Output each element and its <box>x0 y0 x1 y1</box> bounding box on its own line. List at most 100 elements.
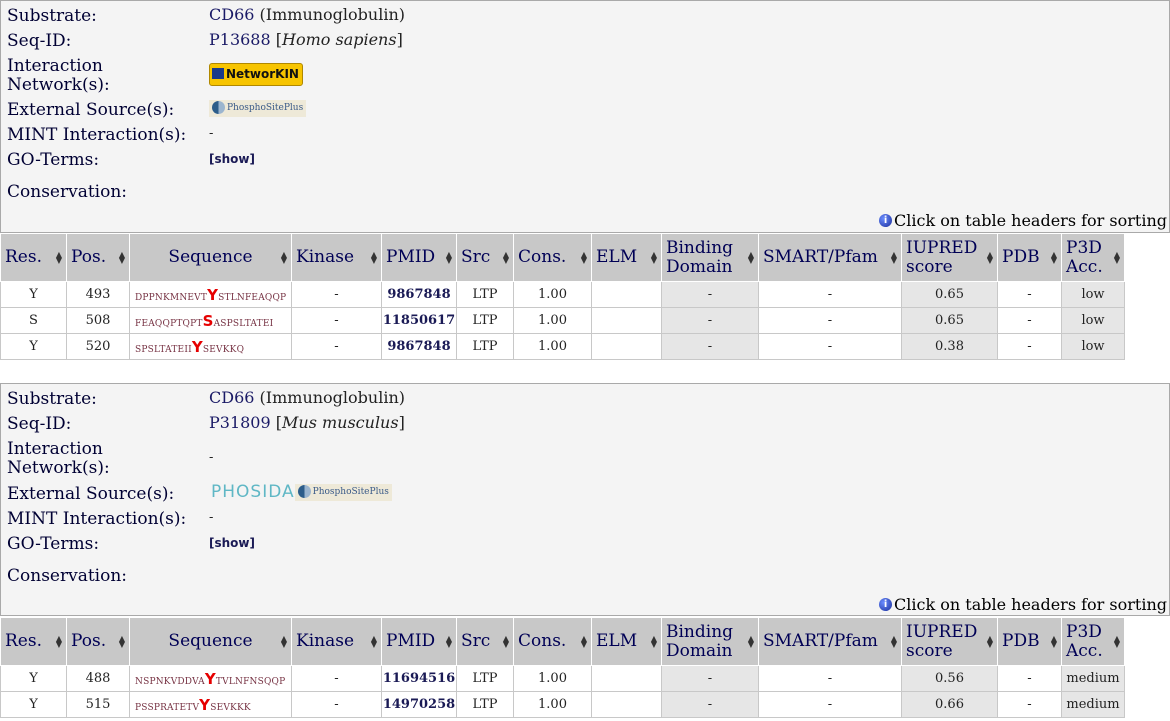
external-source-value: PhosphoSitePlus <box>209 98 307 117</box>
interaction-network-label: Interaction Network(s): <box>7 56 110 95</box>
iupred-cell: 0.65 <box>901 281 998 308</box>
accession-link[interactable]: P31809 <box>209 413 271 432</box>
phosphositeplus-logo[interactable]: PhosphoSitePlus <box>209 100 307 117</box>
substrate-link[interactable]: CD66 <box>209 388 254 407</box>
header-smart-pfam[interactable]: SMART/Pfam ▲ ▼ <box>758 617 902 666</box>
binding-domain-cell: - <box>661 665 759 692</box>
pmid-link[interactable]: 11694516 <box>381 665 457 692</box>
header-sequence[interactable]: Sequence ▲ ▼ <box>129 233 292 282</box>
pos-cell: 493 <box>66 281 130 308</box>
pmid-link[interactable]: 9867848 <box>381 281 457 308</box>
header-pos[interactable]: Pos. ▲ ▼ <box>66 233 130 282</box>
src-cell: LTP <box>456 307 514 334</box>
header-iupred[interactable]: IUPRED score ▲ ▼ <box>901 233 998 282</box>
elm-cell <box>591 307 662 334</box>
go-terms-show-link[interactable]: [show] <box>209 534 255 553</box>
kinase-cell: - <box>291 307 382 334</box>
kinase-cell: - <box>291 333 382 360</box>
header-res[interactable]: Res. ▲ ▼ <box>0 233 67 282</box>
sorting-hint: i Click on table headers for sorting <box>879 211 1167 230</box>
phosphosite-table-2: Res. ▲ ▼ Pos. ▲ ▼ Sequence ▲ ▼ Kinase ▲ ▼ PMID ▲ ▼… <box>0 617 1125 718</box>
conservation-label: Conservation: <box>7 566 128 586</box>
pmid-link[interactable]: 11850617 <box>381 307 457 334</box>
header-pmid[interactable]: PMID ▲ ▼ <box>381 617 457 666</box>
mint-label: MINT Interaction(s): <box>7 509 187 529</box>
header-elm[interactable]: ELM ▲ ▼ <box>591 233 662 282</box>
external-source-value: PHOSIDA PhosphoSitePlus <box>211 482 392 502</box>
elm-cell <box>591 333 662 360</box>
iupred-cell: 0.56 <box>901 665 998 692</box>
p3d-cell: low <box>1061 333 1125 360</box>
go-terms-label: GO-Terms: <box>7 534 100 554</box>
pdb-cell: - <box>997 691 1062 718</box>
header-smart-pfam[interactable]: SMART/Pfam ▲ ▼ <box>758 233 902 282</box>
conservation-label: Conservation: <box>7 182 128 202</box>
external-source-label: External Source(s): <box>7 100 175 120</box>
header-cons[interactable]: Cons. ▲ ▼ <box>513 233 592 282</box>
pos-cell: 520 <box>66 333 130 360</box>
header-iupred[interactable]: IUPRED score ▲ ▼ <box>901 617 998 666</box>
pdb-cell: - <box>997 665 1062 692</box>
mint-label: MINT Interaction(s): <box>7 125 187 145</box>
interaction-network-value: - <box>209 450 214 465</box>
header-p3d[interactable]: P3D Acc. ▲ ▼ <box>1061 617 1125 666</box>
header-pos[interactable]: Pos. ▲ ▼ <box>66 617 130 666</box>
header-pmid[interactable]: PMID ▲ ▼ <box>381 233 457 282</box>
smart-pfam-cell: - <box>758 333 902 360</box>
cons-cell: 1.00 <box>513 281 592 308</box>
cons-cell: 1.00 <box>513 691 592 718</box>
seqid-value: P31809 [Mus musculus] <box>209 413 405 432</box>
substrate-link[interactable]: CD66 <box>209 5 254 24</box>
info-icon: i <box>879 598 893 611</box>
pdb-cell: - <box>997 307 1062 334</box>
header-src[interactable]: Src ▲ ▼ <box>456 233 514 282</box>
header-binding-domain[interactable]: Binding Domain ▲ ▼ <box>661 617 759 666</box>
header-kinase[interactable]: Kinase ▲ ▼ <box>291 617 382 666</box>
networkin-logo[interactable]: NetworKIN <box>209 63 303 86</box>
header-sequence[interactable]: Sequence ▲ ▼ <box>129 617 292 666</box>
substrate-label: Substrate: <box>7 389 97 409</box>
iupred-cell: 0.66 <box>901 691 998 718</box>
res-cell: S <box>0 307 67 334</box>
kinase-cell: - <box>291 665 382 692</box>
cons-cell: 1.00 <box>513 333 592 360</box>
header-binding-domain[interactable]: Binding Domain ▲ ▼ <box>661 233 759 282</box>
substrate-description: (Immunoglobulin) <box>259 388 405 407</box>
pmid-link[interactable]: 9867848 <box>381 333 457 360</box>
header-cons[interactable]: Cons. ▲ ▼ <box>513 617 592 666</box>
pmid-link[interactable]: 14970258 <box>381 691 457 718</box>
iupred-cell: 0.65 <box>901 307 998 334</box>
elm-cell <box>591 691 662 718</box>
header-pdb[interactable]: PDB ▲ ▼ <box>997 617 1062 666</box>
substrate-value: CD66 (Immunoglobulin) <box>209 388 405 407</box>
phosida-logo[interactable]: PHOSIDA <box>211 482 295 502</box>
phosphosite-table-1: Res. ▲ ▼ Pos. ▲ ▼ Sequence ▲ ▼ Kinase ▲ ▼ PMID ▲ ▼… <box>0 233 1125 360</box>
res-cell: Y <box>0 281 67 308</box>
header-kinase[interactable]: Kinase ▲ ▼ <box>291 233 382 282</box>
go-terms-show-link[interactable]: [show] <box>209 150 255 169</box>
accession-link[interactable]: P13688 <box>209 30 271 49</box>
cons-cell: 1.00 <box>513 307 592 334</box>
phosphositeplus-logo[interactable]: PhosphoSitePlus <box>294 484 392 501</box>
res-cell: Y <box>0 333 67 360</box>
sequence-cell: NSPNKVDDVAYTVLNFNSQQP <box>129 665 292 692</box>
mint-value: - <box>209 126 214 141</box>
mint-value: - <box>209 510 214 525</box>
p3d-cell: medium <box>1061 665 1125 692</box>
binding-domain-cell: - <box>661 307 759 334</box>
header-p3d[interactable]: P3D Acc. ▲ ▼ <box>1061 233 1125 282</box>
smart-pfam-cell: - <box>758 691 902 718</box>
kinase-cell: - <box>291 281 382 308</box>
substrate-value: CD66 (Immunoglobulin) <box>209 5 405 24</box>
pos-cell: 508 <box>66 307 130 334</box>
header-src[interactable]: Src ▲ ▼ <box>456 617 514 666</box>
header-elm[interactable]: ELM ▲ ▼ <box>591 617 662 666</box>
header-res[interactable]: Res. ▲ ▼ <box>0 617 67 666</box>
smart-pfam-cell: - <box>758 665 902 692</box>
header-pdb[interactable]: PDB ▲ ▼ <box>997 233 1062 282</box>
sequence-cell: PSSPRATETVYSEVKKK <box>129 691 292 718</box>
interaction-network-value: NetworKIN <box>209 63 303 86</box>
elm-cell <box>591 281 662 308</box>
pos-cell: 488 <box>66 665 130 692</box>
src-cell: LTP <box>456 665 514 692</box>
